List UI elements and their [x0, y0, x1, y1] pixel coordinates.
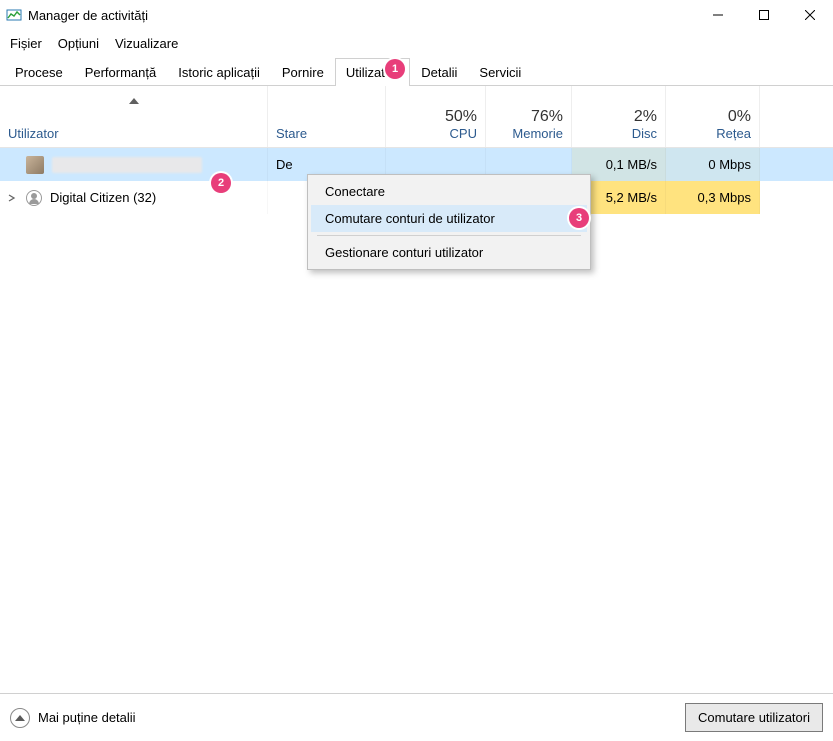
tab-bar: Procese Performanță Istoric aplicații Po… — [0, 57, 833, 86]
col-cpu-pct: 50% — [394, 108, 477, 126]
switch-users-button[interactable]: Comutare utilizatori — [685, 703, 823, 732]
menu-view[interactable]: Vizualizare — [115, 36, 178, 51]
tab-details[interactable]: Detalii — [410, 58, 468, 86]
app-icon — [6, 7, 22, 23]
context-switch-user[interactable]: Comutare conturi de utilizator — [311, 205, 587, 232]
context-connect[interactable]: Conectare — [311, 178, 587, 205]
menu-options[interactable]: Opțiuni — [58, 36, 99, 51]
tab-performance[interactable]: Performanță — [74, 58, 168, 86]
tab-processes[interactable]: Procese — [4, 58, 74, 86]
col-net-pct: 0% — [674, 108, 751, 126]
col-net-label: Rețea — [674, 126, 751, 141]
user-name-redacted — [52, 157, 202, 173]
col-header-state[interactable]: Stare — [268, 86, 386, 147]
titlebar: Manager de activități — [0, 0, 833, 30]
fewer-details-link[interactable]: Mai puține detalii — [38, 710, 136, 725]
col-disc-pct: 2% — [580, 108, 657, 126]
row-disc: 5,2 MB/s — [606, 190, 657, 205]
row-disc: 0,1 MB/s — [606, 157, 657, 172]
avatar — [26, 156, 44, 174]
col-header-disc[interactable]: 2% Disc — [572, 86, 666, 147]
tab-startup[interactable]: Pornire — [271, 58, 335, 86]
minimize-button[interactable] — [695, 0, 741, 30]
col-state-label: Stare — [276, 126, 377, 141]
row-net: 0,3 Mbps — [698, 190, 751, 205]
annotation-badge-2: 2 — [211, 173, 231, 193]
table-header: Utilizator Stare 50% CPU 76% Memorie 2% … — [0, 86, 833, 148]
col-header-net[interactable]: 0% Rețea — [666, 86, 760, 147]
col-mem-label: Memorie — [494, 126, 563, 141]
row-net: 0 Mbps — [708, 157, 751, 172]
tab-services[interactable]: Servicii — [468, 58, 532, 86]
tab-app-history[interactable]: Istoric aplicații — [167, 58, 271, 86]
row-state: De — [276, 157, 293, 172]
expand-icon[interactable] — [8, 190, 20, 205]
bottom-bar: Mai puține detalii Comutare utilizatori — [0, 693, 833, 741]
col-cpu-label: CPU — [394, 126, 477, 141]
window-title: Manager de activități — [28, 8, 148, 23]
col-header-user[interactable]: Utilizator — [0, 86, 268, 147]
chevron-up-icon[interactable] — [10, 708, 30, 728]
annotation-badge-1: 1 — [385, 59, 405, 79]
user-icon — [26, 190, 42, 206]
user-name: Digital Citizen (32) — [50, 190, 156, 205]
context-menu: Conectare Comutare conturi de utilizator… — [307, 174, 591, 270]
context-manage-users[interactable]: Gestionare conturi utilizator — [311, 239, 587, 266]
col-disc-label: Disc — [580, 126, 657, 141]
menubar: Fișier Opțiuni Vizualizare — [0, 30, 833, 57]
col-mem-pct: 76% — [494, 108, 563, 126]
close-button[interactable] — [787, 0, 833, 30]
maximize-button[interactable] — [741, 0, 787, 30]
col-header-cpu[interactable]: 50% CPU — [386, 86, 486, 147]
menu-file[interactable]: Fișier — [10, 36, 42, 51]
context-separator — [317, 235, 581, 236]
annotation-badge-3: 3 — [569, 208, 589, 228]
sort-asc-icon — [129, 98, 139, 104]
col-header-mem[interactable]: 76% Memorie — [486, 86, 572, 147]
window-controls — [695, 0, 833, 30]
col-user-label: Utilizator — [8, 126, 259, 141]
